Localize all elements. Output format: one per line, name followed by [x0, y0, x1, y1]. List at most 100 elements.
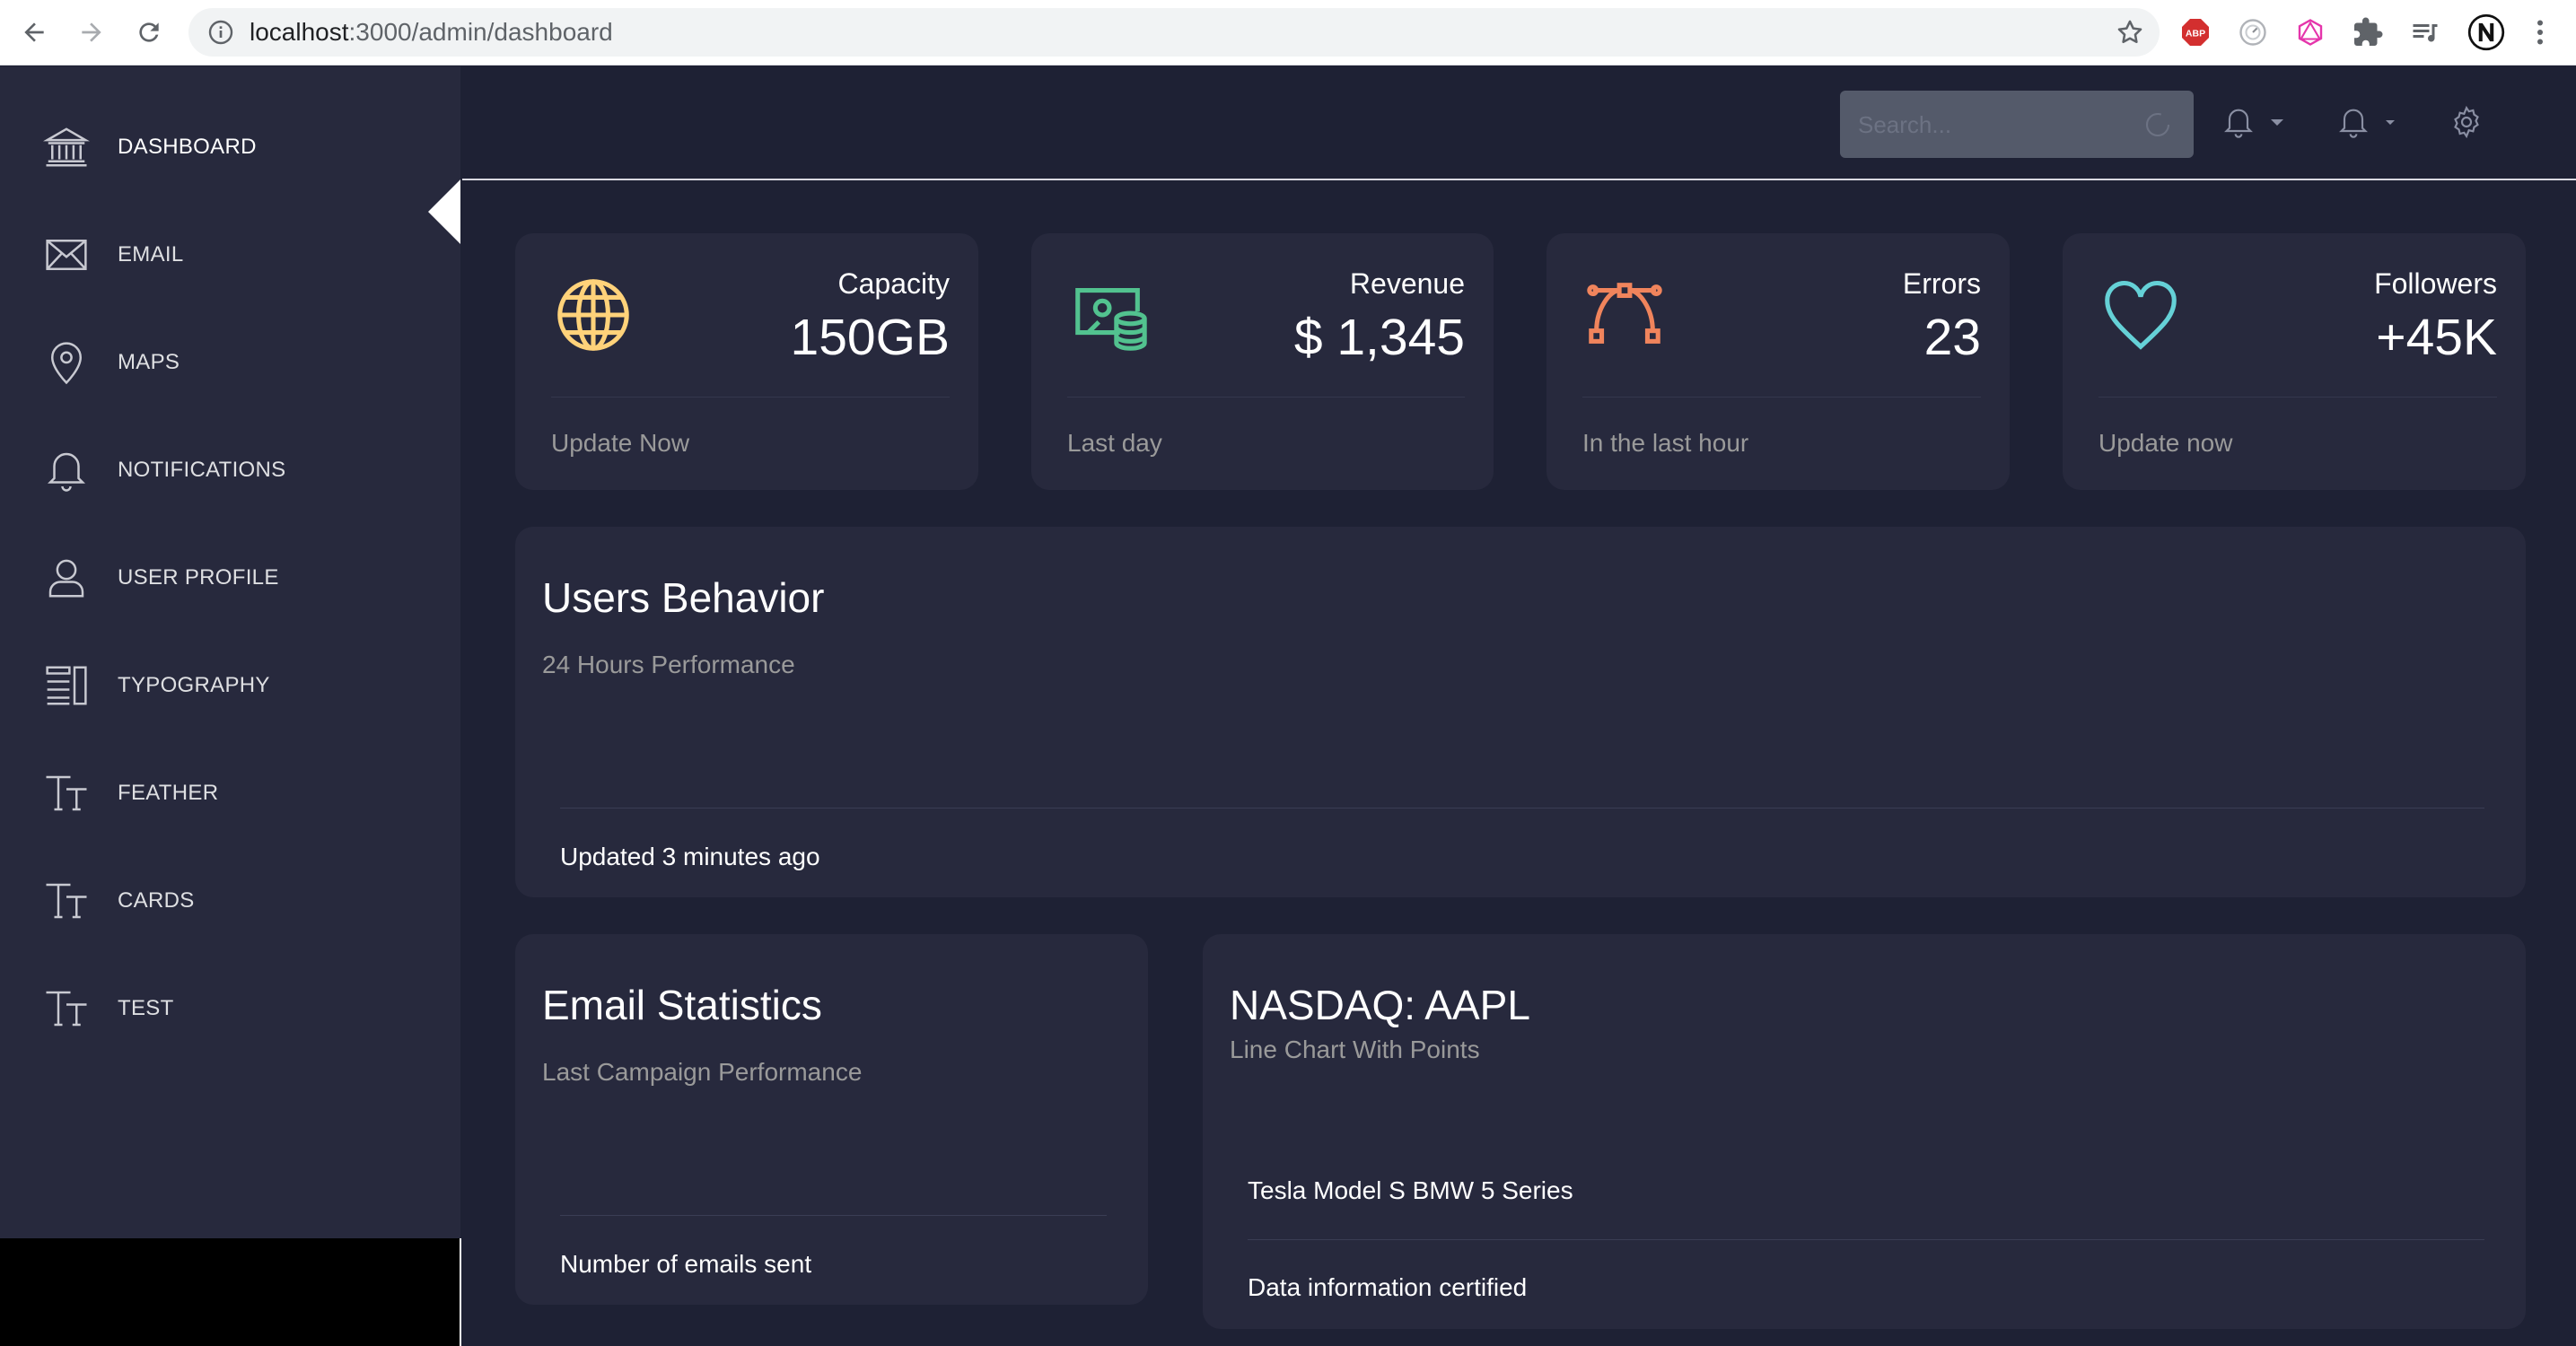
stat-value: +45K [2376, 309, 2497, 366]
card-subtitle: Last Campaign Performance [542, 1058, 863, 1086]
stat-category: Revenue [1349, 267, 1465, 300]
info-icon[interactable] [206, 18, 235, 47]
divider [2098, 397, 2497, 398]
media-control-icon[interactable] [2409, 16, 2441, 48]
sidebar: DASHBOARD EMAIL MAPS NOTIFICATIONS USER … [0, 66, 460, 1238]
sidebar-item-cards[interactable]: CARDS [0, 856, 460, 946]
sidebar-item-email[interactable]: EMAIL [0, 210, 460, 300]
chart-legend: Tesla Model S BMW 5 Series [1248, 1176, 1573, 1204]
stat-category: Errors [1902, 267, 1981, 300]
arrow-left-icon [24, 22, 44, 42]
notifications-dropdown[interactable] [2221, 101, 2283, 144]
stat-card-followers: Followers +45K Update now [2063, 233, 2526, 490]
search-spinner-icon[interactable] [2142, 109, 2174, 141]
card-title: NASDAQ: AAPL [1230, 982, 1530, 1028]
card-subtitle: Line Chart With Points [1230, 1036, 1480, 1063]
bank-icon [41, 122, 92, 172]
gear-icon [2454, 105, 2479, 139]
email-statistics-card: Email Statistics Last Campaign Performan… [515, 934, 1148, 1305]
card-subtitle: 24 Hours Performance [542, 651, 795, 678]
align-left-icon [41, 660, 92, 711]
graphql-extension-icon[interactable] [2294, 16, 2326, 48]
url-text: localhost:3000/admin/dashboard [250, 20, 613, 45]
stat-footer: Update now [2098, 429, 2233, 457]
vector-bezier-icon [1582, 273, 1667, 357]
sidebar-item-label: EMAIL [118, 242, 184, 267]
chevron-down-icon [2271, 118, 2283, 126]
sidebar-item-label: TEST [118, 996, 174, 1020]
sidebar-item-user-profile[interactable]: USER PROFILE [0, 533, 460, 623]
sidebar-item-maps[interactable]: MAPS [0, 318, 460, 407]
sidebar-item-label: NOTIFICATIONS [118, 458, 286, 482]
svg-text:ABP: ABP [2186, 29, 2205, 39]
sidebar-item-label: DASHBOARD [118, 135, 257, 159]
menu-kebab-icon[interactable] [2524, 16, 2556, 48]
stat-category: Capacity [837, 267, 951, 300]
stat-footer: Update Now [551, 429, 690, 457]
card-footer: Updated 3 minutes ago [560, 843, 820, 870]
reload-button[interactable] [129, 13, 169, 52]
search-box [1840, 91, 2194, 158]
forward-button[interactable] [72, 13, 111, 52]
sidebar-item-label: TYPOGRAPHY [118, 673, 270, 697]
bell-icon [41, 445, 92, 495]
divider [1582, 397, 1981, 398]
navbar-divider [462, 179, 2576, 180]
stat-card-errors: Errors 23 In the last hour [1546, 233, 2010, 490]
bell-icon [2339, 109, 2368, 138]
browser-toolbar: localhost:3000/admin/dashboard ABP [0, 0, 2576, 66]
stat-value: $ 1,345 [1293, 309, 1465, 366]
sidebar-item-label: MAPS [118, 350, 180, 374]
sidebar-item-notifications[interactable]: NOTIFICATIONS [0, 425, 460, 515]
divider [1067, 397, 1465, 398]
stat-value: 150GB [790, 309, 950, 366]
sidebar-item-dashboard[interactable]: DASHBOARD [0, 102, 460, 192]
bookmark-star-icon[interactable] [2115, 17, 2145, 48]
money-coins-icon [1067, 273, 1152, 357]
chevron-down-icon [2386, 119, 2395, 125]
url-path: :3000/admin/dashboard [348, 18, 613, 46]
arrow-right-icon [82, 22, 101, 42]
sidebar-item-test[interactable]: TEST [0, 964, 460, 1053]
sidebar-item-feather[interactable]: FEATHER [0, 748, 460, 838]
user-icon [41, 553, 92, 603]
timer-extension-icon[interactable] [2237, 16, 2269, 48]
stat-card-revenue: Revenue $ 1,345 Last day [1031, 233, 1494, 490]
stat-card-capacity: Capacity 150GB Update Now [515, 233, 978, 490]
search-input[interactable] [1858, 110, 2127, 139]
text-size-icon [41, 768, 92, 818]
url-host: localhost [250, 18, 349, 46]
heart-icon [2098, 273, 2183, 357]
back-button[interactable] [14, 13, 54, 52]
profile-avatar-icon[interactable] [2466, 13, 2506, 52]
alerts-dropdown[interactable] [2335, 101, 2395, 144]
divider [1248, 1239, 2484, 1240]
users-behavior-card: Users Behavior 24 Hours Performance Upda… [515, 527, 2526, 897]
active-indicator [428, 179, 460, 244]
envelope-icon [41, 230, 92, 280]
card-title: Email Statistics [542, 982, 822, 1028]
nasdaq-card: NASDAQ: AAPL Line Chart With Points Tesl… [1203, 934, 2526, 1329]
sidebar-item-label: USER PROFILE [118, 565, 279, 590]
divider [560, 1215, 1107, 1216]
sidebar-item-label: FEATHER [118, 781, 219, 805]
adblock-plus-icon[interactable]: ABP [2179, 16, 2212, 48]
sidebar-item-typography[interactable]: TYPOGRAPHY [0, 641, 460, 730]
settings-button[interactable] [2449, 101, 2484, 144]
stat-category: Followers [2374, 267, 2497, 300]
puzzle-extensions-icon[interactable] [2352, 16, 2384, 48]
card-footer: Data information certified [1248, 1273, 1528, 1301]
card-title: Users Behavior [542, 574, 825, 621]
map-pin-icon [41, 337, 92, 388]
bell-icon [2224, 109, 2253, 138]
text-size-icon [41, 983, 92, 1034]
stat-value: 23 [1923, 309, 1981, 366]
reload-icon [139, 22, 159, 42]
sidebar-item-label: CARDS [118, 888, 195, 913]
globe-icon [551, 273, 635, 357]
text-size-icon [41, 876, 92, 926]
divider [460, 1238, 461, 1346]
divider [551, 397, 950, 398]
address-bar[interactable]: localhost:3000/admin/dashboard [188, 8, 2160, 57]
card-footer: Number of emails sent [560, 1250, 812, 1278]
